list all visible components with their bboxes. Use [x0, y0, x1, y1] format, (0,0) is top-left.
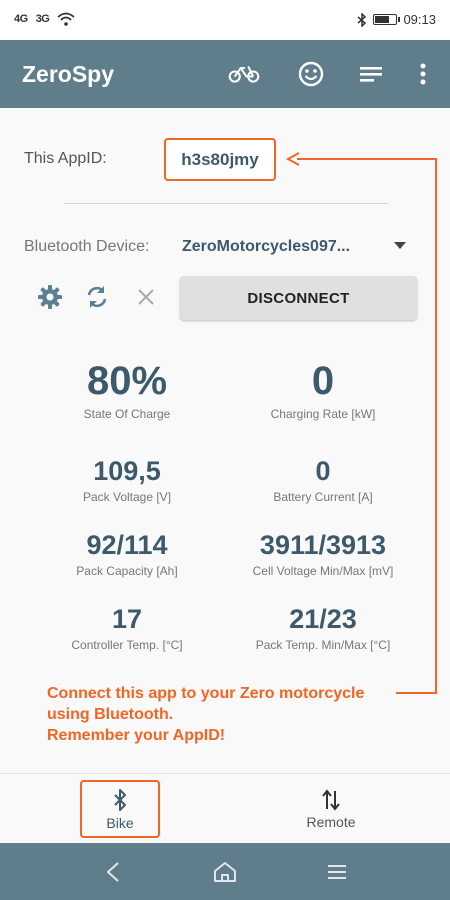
smiley-icon[interactable] — [295, 58, 327, 90]
annotation-text: Connect this app to your Zero motorcycle… — [47, 683, 364, 746]
tab-remote[interactable]: Remote — [291, 780, 371, 838]
metric-label: Pack Capacity [Ah] — [76, 564, 178, 578]
signal-indicator-2: 3G — [35, 13, 50, 25]
metric-pack-voltage: 109,5 Pack Voltage [V] — [27, 456, 227, 504]
divider — [64, 203, 388, 204]
annotation-line-3: Remember your AppID! — [47, 727, 226, 744]
metric-value: 80% — [86, 359, 168, 403]
metric-label: State Of Charge — [83, 407, 171, 421]
metric-label: Battery Current [A] — [273, 490, 373, 504]
metric-value: 0 — [315, 456, 331, 486]
tab-bike[interactable]: Bike — [80, 780, 160, 838]
arrow-head-icon — [285, 152, 300, 166]
metric-state-of-charge: 80% State Of Charge — [27, 359, 227, 421]
metric-label: Controller Temp. [°C] — [71, 638, 183, 652]
metric-label: Charging Rate [kW] — [270, 407, 376, 421]
annotation-line-2: using Bluetooth. — [47, 706, 174, 723]
close-icon[interactable] — [131, 282, 161, 312]
system-nav-bar — [0, 843, 450, 900]
metric-value: 21/23 — [289, 604, 357, 634]
tab-label: Bike — [106, 814, 134, 831]
bike-icon[interactable] — [228, 58, 260, 90]
metric-value: 17 — [111, 604, 143, 634]
clock: 09:13 — [403, 12, 436, 27]
refresh-icon[interactable] — [82, 282, 112, 312]
signal-indicator-1: 4G — [14, 13, 28, 25]
annotation-line-1: Connect this app to your Zero motorcycle — [47, 685, 365, 702]
metric-value: 0 — [311, 359, 335, 403]
metric-value: 3911/3913 — [259, 530, 387, 560]
overflow-menu-icon[interactable] — [407, 58, 439, 90]
menu-lines-icon[interactable] — [355, 58, 387, 90]
metric-pack-capacity: 92/114 Pack Capacity [Ah] — [27, 530, 227, 578]
metric-label: Pack Voltage [V] — [82, 490, 172, 504]
back-icon[interactable] — [98, 857, 128, 887]
battery-icon — [373, 14, 401, 25]
metric-controller-temp: 17 Controller Temp. [°C] — [27, 604, 227, 652]
appid-label: This AppID: — [24, 150, 107, 167]
metric-value: 92/114 — [86, 530, 168, 560]
settings-gear-icon[interactable] — [35, 282, 65, 312]
appid-value: h3s80jmy — [164, 138, 276, 181]
bluetooth-device-label: Bluetooth Device: — [24, 238, 150, 255]
metric-value: 109,5 — [93, 456, 161, 486]
app-title: ZeroSpy — [22, 61, 115, 87]
bluetooth-status-icon — [357, 12, 367, 27]
metric-pack-temp: 21/23 Pack Temp. Min/Max [°C] — [223, 604, 423, 652]
metric-label: Cell Voltage Min/Max [mV] — [252, 564, 394, 578]
disconnect-button[interactable]: DISCONNECT — [180, 276, 417, 320]
metric-label: Pack Temp. Min/Max [°C] — [255, 638, 391, 652]
chevron-down-icon[interactable] — [394, 242, 406, 249]
annotation-arrow-top — [297, 158, 437, 160]
annotation-arrow-bottom — [396, 692, 437, 694]
tab-label: Remote — [306, 813, 356, 830]
wifi-icon — [57, 12, 75, 26]
metric-cell-voltage: 3911/3913 Cell Voltage Min/Max [mV] — [223, 530, 423, 578]
bottom-tab-bar: Bike Remote — [0, 773, 450, 843]
annotation-arrow-vertical — [435, 158, 437, 694]
status-bar: 4G 3G 09:13 — [0, 0, 450, 40]
bluetooth-icon — [114, 788, 126, 811]
bluetooth-device-select[interactable]: ZeroMotorcycles097... — [182, 238, 350, 256]
swap-arrows-icon — [322, 788, 340, 811]
metric-battery-current: 0 Battery Current [A] — [223, 456, 423, 504]
app-bar: ZeroSpy — [0, 40, 450, 108]
recents-menu-icon[interactable] — [322, 857, 352, 887]
home-icon[interactable] — [210, 857, 240, 887]
metric-charging-rate: 0 Charging Rate [kW] — [223, 359, 423, 421]
